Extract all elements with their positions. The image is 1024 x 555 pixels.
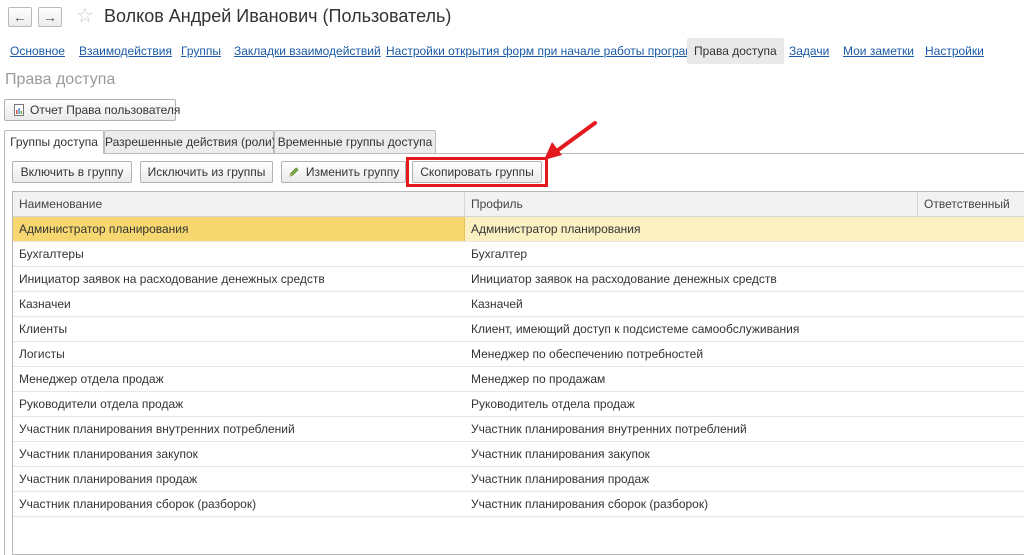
cell-profile: Бухгалтер (471, 247, 528, 261)
cell-name: Клиенты (19, 322, 68, 336)
edit-group-button[interactable]: Изменить группу (281, 161, 406, 183)
table-row[interactable]: Руководители отдела продаж Руководитель … (13, 392, 1024, 417)
highlight-frame (406, 157, 548, 187)
cell-name: Администратор планирования (13, 217, 465, 241)
cell-name: Участник планирования закупок (19, 447, 198, 461)
tab-access-groups[interactable]: Группы доступа (4, 130, 104, 154)
include-in-group-button[interactable]: Включить в группу (12, 161, 132, 183)
cell-name: Участник планирования продаж (19, 472, 198, 486)
cell-profile: Участник планирования закупок (471, 447, 650, 461)
tab-groups[interactable]: Группы (181, 38, 221, 64)
pencil-icon (289, 167, 299, 177)
cell-name: Участник планирования внутренних потребл… (19, 422, 295, 436)
nav-tabs: Основное Взаимодействия Группы Закладки … (0, 38, 1024, 64)
tab-allowed-actions[interactable]: Разрешенные действия (роли) (104, 130, 276, 153)
back-button[interactable]: ← (8, 7, 32, 27)
cell-profile: Участник планирования продаж (471, 472, 650, 486)
table-row[interactable]: Инициатор заявок на расходование денежны… (13, 267, 1024, 292)
table-row[interactable]: Администратор планирования Администратор… (13, 217, 1024, 242)
table-row[interactable]: Участник планирования сборок (разборок) … (13, 492, 1024, 517)
tab-settings[interactable]: Настройки (925, 38, 984, 64)
table-row[interactable]: Участник планирования внутренних потребл… (13, 417, 1024, 442)
forward-button[interactable]: → (38, 7, 62, 27)
exclude-from-group-button[interactable]: Исключить из группы (140, 161, 273, 183)
cell-name: Менеджер отдела продаж (19, 372, 164, 386)
cell-profile: Инициатор заявок на расходование денежны… (471, 272, 777, 286)
tab-startup-forms-settings[interactable]: Настройки открытия форм при начале работ… (386, 38, 710, 64)
table-header: Наименование Профиль Ответственный (13, 192, 1024, 217)
edit-group-label: Изменить группу (305, 165, 400, 179)
tab-interactions[interactable]: Взаимодействия (79, 38, 172, 64)
cell-name: Бухгалтеры (19, 247, 84, 261)
cell-profile: Казначей (471, 297, 523, 311)
cell-name: Инициатор заявок на расходование денежны… (19, 272, 325, 286)
arrow-left-icon: ← (13, 9, 27, 25)
access-groups-table: Наименование Профиль Ответственный Админ… (12, 191, 1024, 555)
arrow-right-icon: → (43, 9, 57, 25)
cell-profile: Администратор планирования (471, 222, 641, 236)
cell-profile: Участник планирования сборок (разборок) (471, 497, 709, 511)
table-row[interactable]: Клиенты Клиент, имеющий доступ к подсист… (13, 317, 1024, 342)
window-title: Волков Андрей Иванович (Пользователь) (104, 6, 452, 26)
tab-interaction-bookmarks[interactable]: Закладки взаимодействий (234, 38, 381, 64)
cell-profile: Менеджер по продажам (471, 372, 606, 386)
tab-tasks[interactable]: Задачи (789, 38, 829, 64)
tab-access-rights[interactable]: Права доступа (687, 38, 784, 64)
cell-profile: Менеджер по обеспечению потребностей (471, 347, 704, 361)
red-arrow-icon (544, 121, 597, 160)
cell-responsible (918, 217, 1024, 241)
cell-name: Логисты (19, 347, 65, 361)
cell-profile: Участник планирования внутренних потребл… (471, 422, 747, 436)
table-row[interactable]: Бухгалтеры Бухгалтер (13, 242, 1024, 267)
tab-main[interactable]: Основное (10, 38, 65, 64)
table-row[interactable]: Казначеи Казначей (13, 292, 1024, 317)
cell-name: Руководители отдела продаж (19, 397, 184, 411)
table-row[interactable]: Менеджер отдела продаж Менеджер по прода… (13, 367, 1024, 392)
report-button-label: Отчет Права пользователя (30, 103, 181, 117)
report-icon (14, 104, 24, 116)
column-header-name[interactable]: Наименование (13, 192, 465, 216)
table-row[interactable]: Логисты Менеджер по обеспечению потребно… (13, 342, 1024, 367)
table-row[interactable]: Участник планирования продаж Участник пл… (13, 467, 1024, 492)
tab-temporary-groups[interactable]: Временные группы доступа (274, 130, 436, 153)
cell-profile: Руководитель отдела продаж (471, 397, 635, 411)
column-header-responsible[interactable]: Ответственный (918, 192, 1024, 216)
report-access-rights-button[interactable]: Отчет Права пользователя (4, 99, 180, 121)
column-header-profile[interactable]: Профиль (465, 192, 917, 216)
tab-my-notes[interactable]: Мои заметки (843, 38, 914, 64)
cell-name: Участник планирования сборок (разборок) (19, 497, 257, 511)
cell-profile: Клиент, имеющий доступ к подсистеме само… (471, 322, 800, 336)
cell-name: Казначеи (19, 297, 71, 311)
page-title: Права доступа (5, 71, 116, 88)
table-row[interactable]: Участник планирования закупок Участник п… (13, 442, 1024, 467)
favorite-star-icon[interactable]: ☆ (76, 5, 94, 27)
